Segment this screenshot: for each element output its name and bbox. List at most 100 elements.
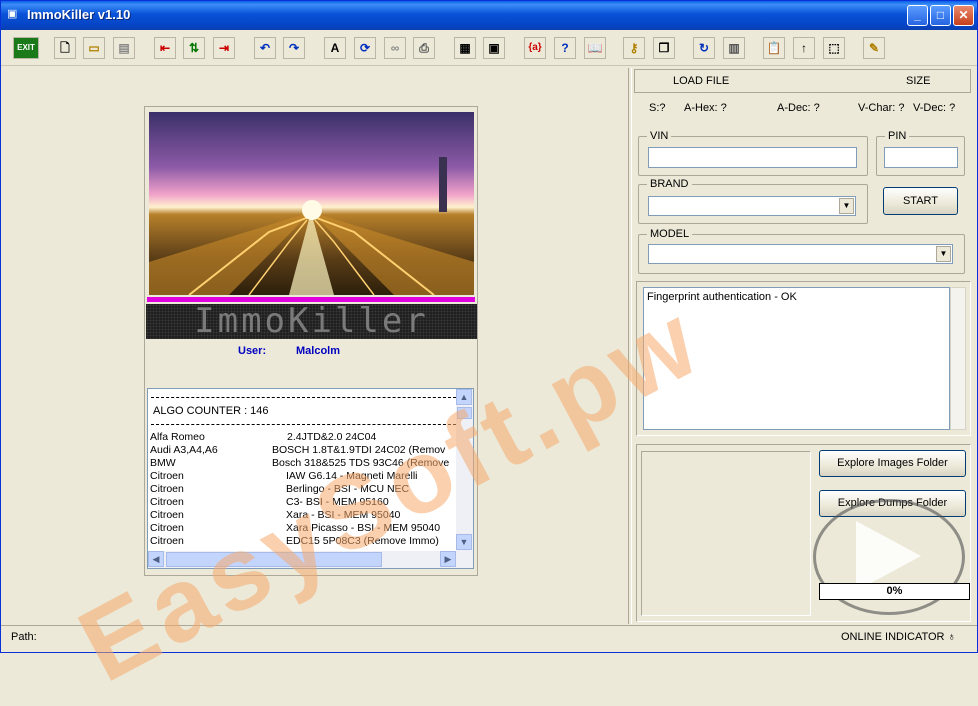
scroll-up-button[interactable]: ▲ [456,389,472,405]
bulb-icon: ♁ [947,631,956,643]
scroll-left-button[interactable]: ◀ [148,551,164,567]
status-bar [1,625,977,653]
list-item-model: 2.4JTD&2.0 24C04 [287,431,377,443]
chevron-down-icon[interactable]: ▼ [839,198,854,214]
memory-icon[interactable]: ▥ [723,37,745,59]
list-item[interactable]: Citroen C3- BSI - MEM 95160 [150,496,456,509]
chip-icon[interactable]: ▣ [483,37,505,59]
text-icon[interactable]: A [324,37,346,59]
export-icon[interactable]: ⇥ [213,37,235,59]
braces-icon[interactable]: {a} [524,37,546,59]
main-window: ▣ ImmoKiller v1.10 _ □ ✕ EXIT 🗋 ▭ ▤ ⇤ ⇅ … [0,0,978,704]
import-icon[interactable]: ⇤ [154,37,176,59]
circuit-road-graphic [149,157,474,295]
vertical-scrollbar[interactable]: ▲ ▼ [456,389,473,551]
list-item[interactable]: Alfa Romeo 2.4JTD&2.0 24C04 [150,431,456,444]
paste-icon[interactable]: 📋 [763,37,785,59]
list-item-brand: Citroen [150,522,184,534]
list-item-model: Bosch 318&525 TDS 93C46 (Remove [272,457,450,469]
book-icon[interactable]: 📖 [584,37,606,59]
scroll-thumb[interactable] [457,407,472,419]
minimize-button[interactable]: _ [907,5,928,26]
log-output[interactable]: Fingerprint authentication - OK [643,287,950,430]
help-icon[interactable]: ? [554,37,576,59]
up-arrow-icon[interactable]: ↑ [793,37,815,59]
list-item[interactable]: Citroen Xara - BSI - MEM 95040 [150,509,456,522]
calculator-icon[interactable]: ▦ [454,37,476,59]
led-display: ImmoKiller [146,304,477,339]
list-item-model: BOSCH 1.8T&1.9TDI 24C02 (Remov [272,444,446,456]
preview-box [641,451,811,616]
model-label: MODEL [647,228,693,240]
chevron-down-icon[interactable]: ▼ [936,246,951,262]
explore-images-button[interactable]: Explore Images Folder [819,450,966,477]
refresh-doc-icon[interactable]: ⟳ [354,37,376,59]
online-label: ONLINE INDICATOR [841,631,945,643]
splitter[interactable] [628,68,632,624]
start-button[interactable]: START [883,187,958,215]
size-label: SIZE [906,75,931,87]
select-icon[interactable]: ⬚ [823,37,845,59]
pen-icon[interactable]: ✎ [863,37,885,59]
key-icon[interactable]: ⚷ [623,37,645,59]
list-item[interactable]: Citroen Xara Picasso - BSI - MEM 95040 [150,522,456,535]
list-item-brand: Alfa Romeo [150,431,205,443]
open-folder-icon[interactable]: ▭ [83,37,105,59]
list-item-brand: Citroen [150,470,184,482]
list-item-model: IAW G6.14 - Magneti Marelli [286,470,418,482]
divider [151,424,456,425]
horizontal-scrollbar[interactable]: ◀ ▶ [148,551,473,568]
scroll-right-button[interactable]: ▶ [440,551,456,567]
undo-icon[interactable]: ↶ [254,37,276,59]
vin-input[interactable] [648,147,857,168]
online-indicator: ONLINE INDICATOR ♁ [841,631,956,643]
list-item[interactable]: Citroen IAW G6.14 - Magneti Marelli [150,470,456,483]
v-dec-value: V-Dec: ? [913,102,956,114]
list-item-model: Berlingo - BSI - MCU NEC [286,483,410,495]
brand-label: BRAND [647,178,692,190]
list-item-brand: Citroen [150,535,184,547]
log-line: Fingerprint authentication - OK [647,291,797,303]
progress-bar: 0% [819,583,970,600]
redo-icon[interactable]: ↷ [283,37,305,59]
load-file-label[interactable]: LOAD FILE [673,75,729,87]
binoculars-icon[interactable]: ∞ [384,37,406,59]
play-icon [856,521,921,591]
maximize-button[interactable]: □ [930,5,951,26]
printer-icon[interactable]: ⎙ [413,37,435,59]
algo-list[interactable]: ALGO COUNTER : 146 Alfa Romeo 2.4JTD&2.0 … [147,388,474,569]
user-value: Malcolm [296,345,341,357]
scroll-down-button[interactable]: ▼ [456,534,472,550]
vin-label: VIN [647,130,672,142]
swap-icon[interactable]: ⇅ [183,37,205,59]
app-icon: ▣ [7,8,18,20]
copy-icon[interactable]: ❐ [653,37,675,59]
list-item-brand: Citroen [150,509,184,521]
list-item-brand: Audi A3,A4,A6 [150,444,218,456]
banner-image [149,112,474,295]
save-icon[interactable]: ▤ [113,37,135,59]
log-scrollbar[interactable] [950,287,966,430]
title-bar[interactable]: ▣ ImmoKiller v1.10 _ □ ✕ [1,1,977,30]
list-item[interactable]: Citroen Berlingo - BSI - MCU NEC [150,483,456,496]
scroll-thumb-horizontal[interactable] [166,552,382,567]
list-item-brand: BMW [150,457,176,469]
new-file-icon[interactable]: 🗋 [54,37,76,59]
list-item[interactable]: BMW Bosch 318&525 TDS 93C46 (Remove [150,457,456,470]
reload-icon[interactable]: ↻ [693,37,715,59]
list-item-brand: Citroen [150,496,184,508]
user-label: User: [238,345,267,357]
brand-select[interactable]: ▼ [648,196,856,216]
pin-label: PIN [885,130,910,142]
close-button[interactable]: ✕ [953,5,974,26]
list-item[interactable]: Audi A3,A4,A6 BOSCH 1.8T&1.9TDI 24C02 (Re… [150,444,456,457]
exit-button[interactable]: EXIT [13,37,39,59]
a-hex-value: A-Hex: ? [684,102,727,114]
path-label: Path: [11,631,37,643]
list-item[interactable]: Citroen EDC15 5P08C3 (Remove Immo) [150,535,456,548]
window-title: ImmoKiller v1.10 [27,7,131,22]
list-item-model: Xara - BSI - MEM 95040 [286,509,401,521]
pin-input[interactable] [884,147,958,168]
model-select[interactable]: ▼ [648,244,953,264]
list-item-model: EDC15 5P08C3 (Remove Immo) [286,535,439,547]
